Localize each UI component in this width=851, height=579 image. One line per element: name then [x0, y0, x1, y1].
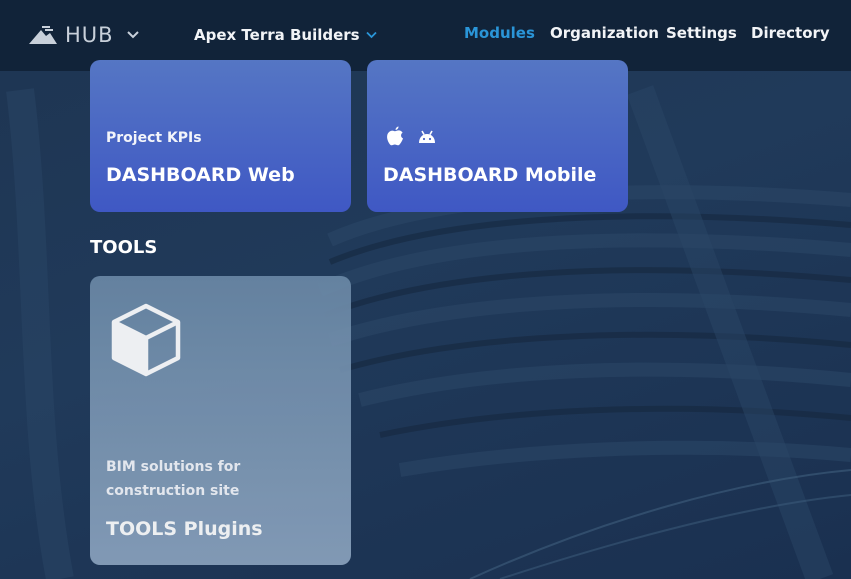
nav-modules[interactable]: Modules — [464, 24, 535, 46]
hub-logo-menu[interactable]: HUB — [28, 22, 140, 48]
cube-icon — [111, 303, 181, 377]
dashboard-web-card[interactable]: Project KPIs DASHBOARD Web — [90, 60, 351, 212]
hub-logo-text: HUB — [65, 23, 114, 47]
hub-logo-icon — [29, 26, 57, 44]
chevron-down-icon — [126, 31, 139, 39]
nav-settings[interactable]: Settings — [666, 24, 737, 46]
organization-name: Apex Terra Builders — [194, 26, 360, 44]
dashboard-mobile-card[interactable]: DASHBOARD Mobile — [367, 60, 628, 212]
card-subtitle-line2: construction site — [106, 483, 240, 499]
tools-plugins-card[interactable]: BIM solutions for construction site TOOL… — [90, 276, 351, 565]
android-icon — [419, 130, 435, 143]
card-title: DASHBOARD Web — [106, 164, 295, 186]
organization-selector[interactable]: Apex Terra Builders — [194, 24, 377, 46]
card-subtitle-line1: BIM solutions for — [106, 459, 241, 475]
card-title: TOOLS Plugins — [106, 518, 263, 540]
nav-directory[interactable]: Directory — [751, 24, 830, 46]
card-subtitle: Project KPIs — [106, 130, 202, 146]
tools-section-title: TOOLS — [90, 237, 158, 258]
apple-icon — [387, 126, 403, 146]
card-title: DASHBOARD Mobile — [383, 164, 597, 186]
chevron-down-icon — [365, 31, 377, 39]
nav-organization[interactable]: Organization — [550, 24, 659, 46]
